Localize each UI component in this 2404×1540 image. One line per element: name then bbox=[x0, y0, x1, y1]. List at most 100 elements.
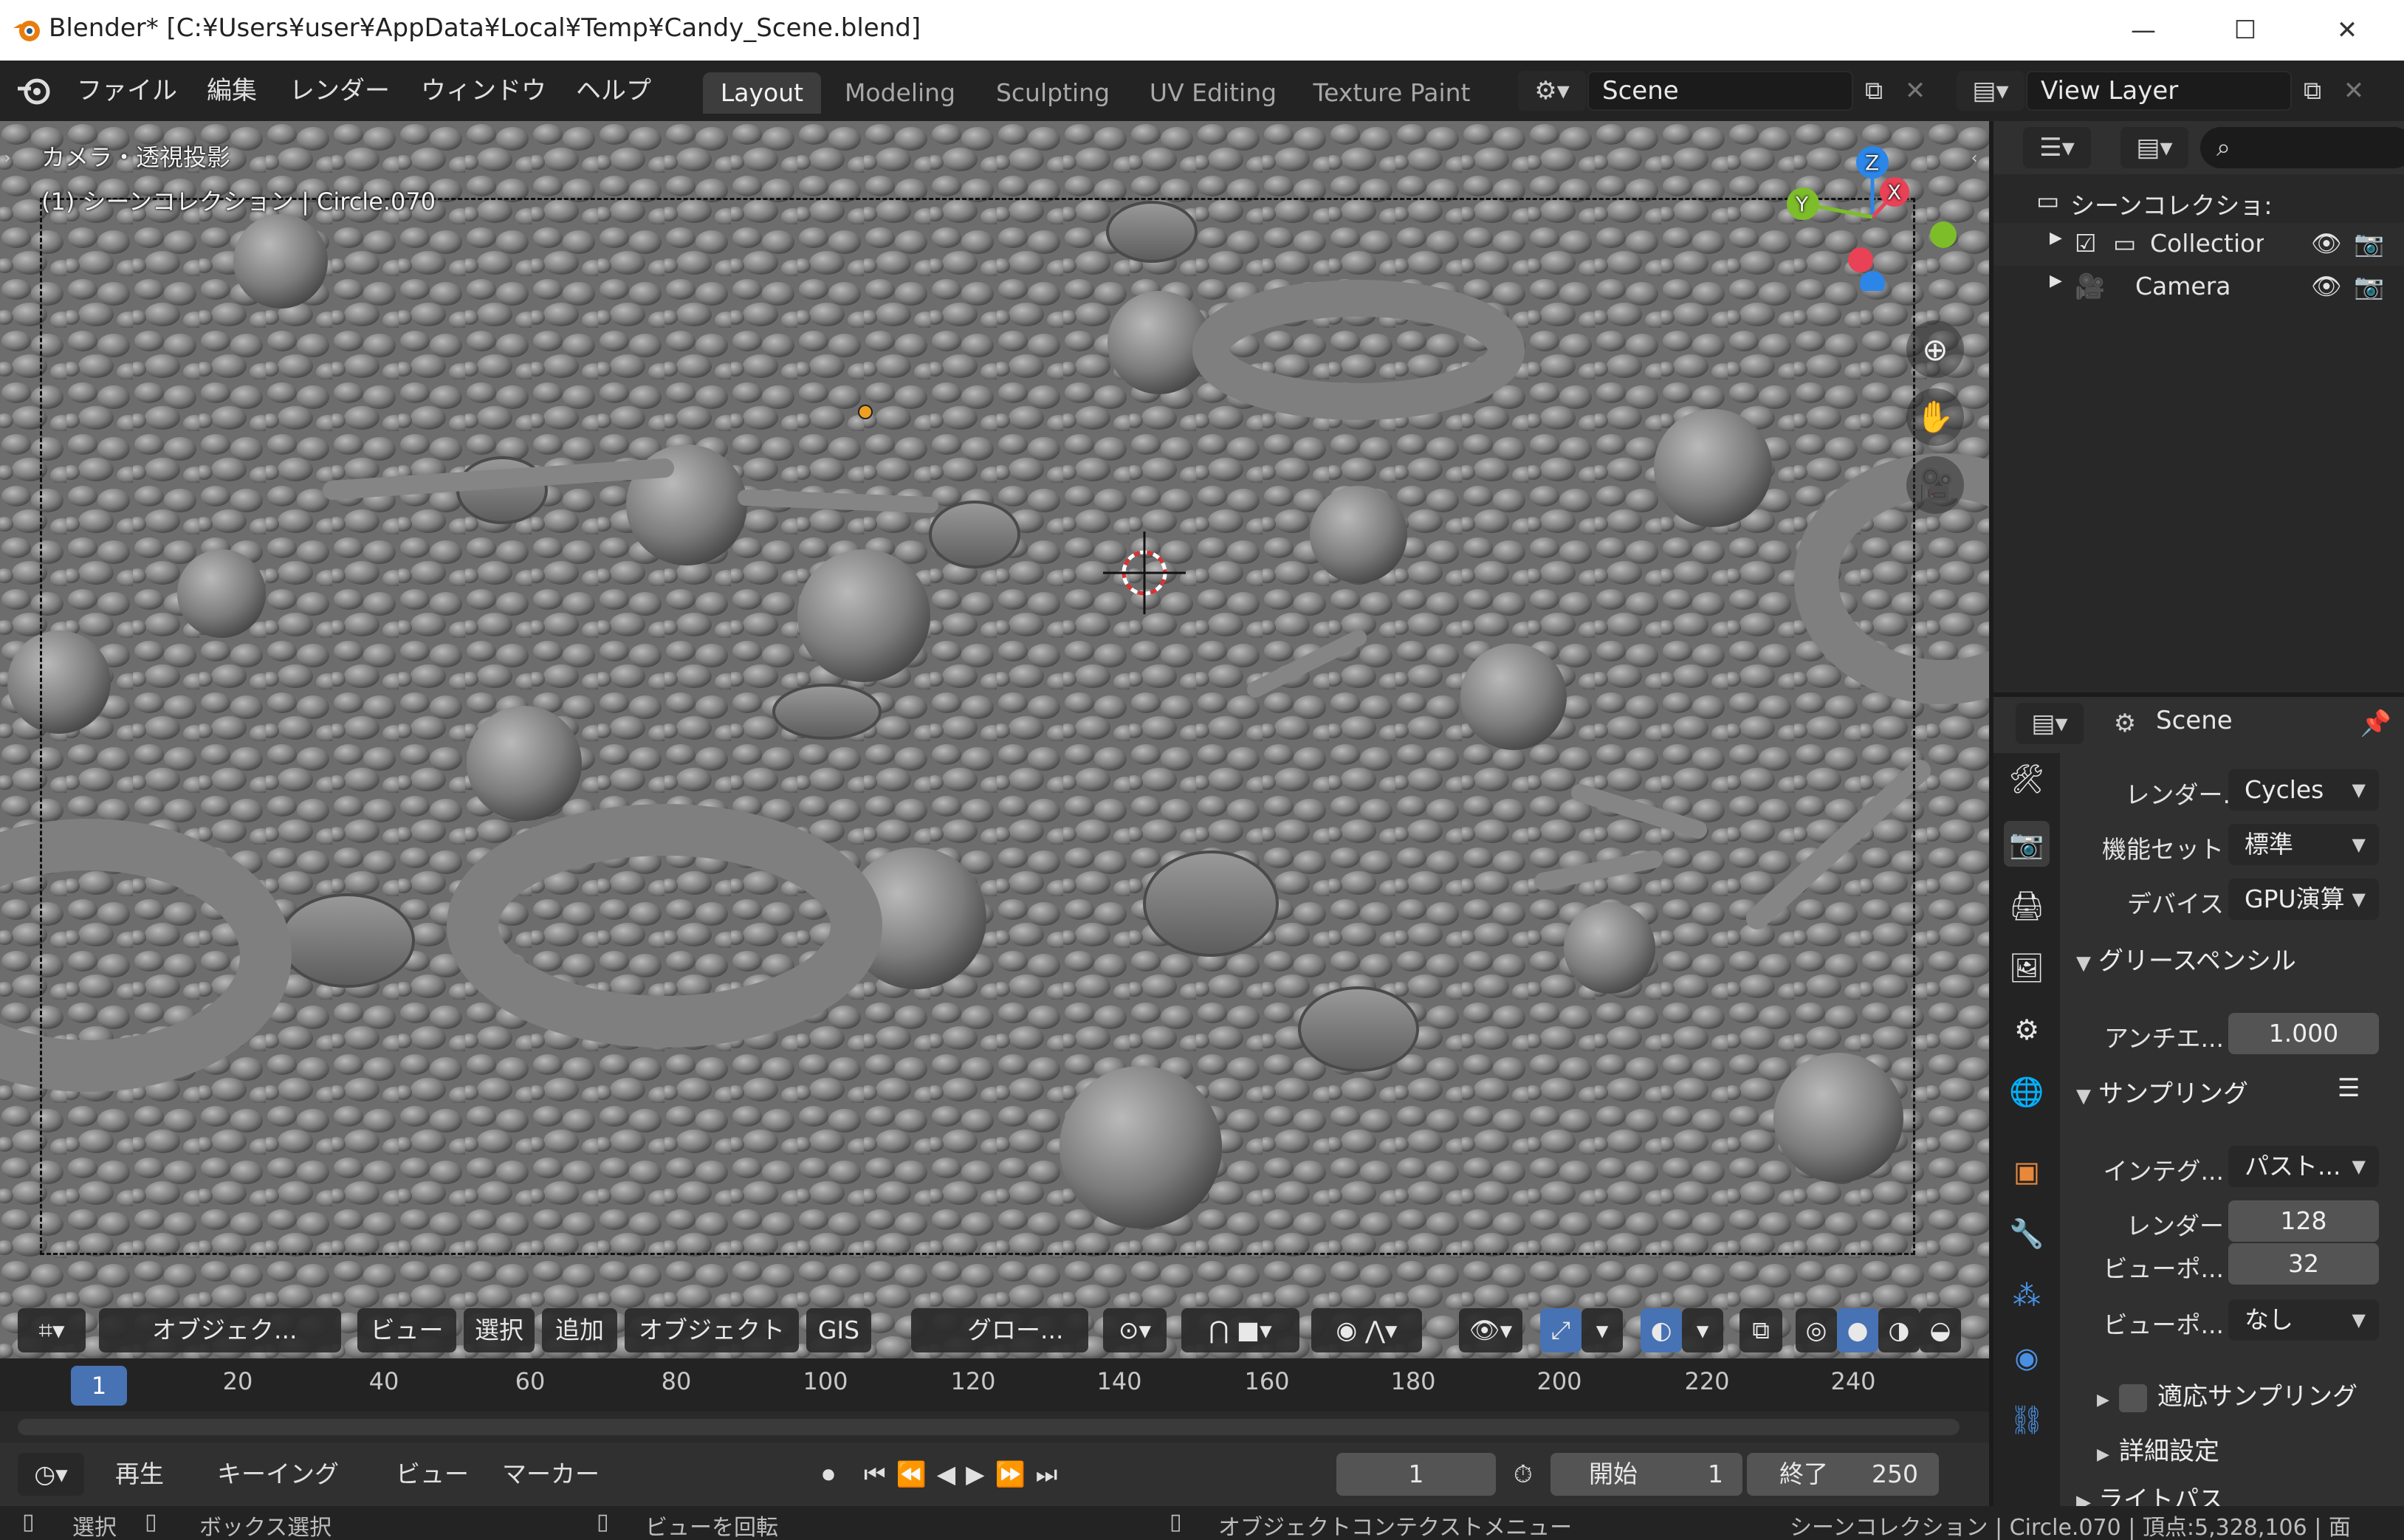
menu-file[interactable]: ファイル bbox=[69, 71, 185, 111]
outliner-row-scene-collection[interactable]: ▭ シーンコレクショ: bbox=[1993, 180, 2404, 223]
editor-type-icon[interactable]: ⌗▾ bbox=[18, 1308, 86, 1352]
visibility-icon[interactable]: 👁▾ bbox=[1459, 1308, 1522, 1352]
wireframe-shading-icon[interactable]: ◎ bbox=[1796, 1308, 1837, 1352]
expand-arrow-icon[interactable]: ▶ bbox=[2050, 229, 2062, 247]
overlays-dropdown-icon[interactable]: ▾ bbox=[1682, 1308, 1723, 1352]
material-shading-icon[interactable]: ◑ bbox=[1878, 1308, 1920, 1352]
blender-menu-icon[interactable] bbox=[15, 72, 55, 109]
current-frame-indicator[interactable]: 1 bbox=[71, 1366, 127, 1406]
end-frame-field[interactable]: 終了 250 bbox=[1747, 1453, 1939, 1496]
menu-playback[interactable]: 再生 bbox=[115, 1453, 164, 1496]
render-tab-icon[interactable]: 📷 bbox=[2004, 821, 2050, 867]
expand-arrow-icon[interactable]: ▶ bbox=[2050, 272, 2062, 290]
menu-keying[interactable]: キーイング bbox=[217, 1453, 339, 1496]
transform-orientation-dropdown[interactable]: グロー... bbox=[911, 1308, 1088, 1352]
delete-scene-icon[interactable]: ✕ bbox=[1895, 71, 1936, 111]
object-tab-icon[interactable]: ▣ bbox=[2004, 1149, 2050, 1194]
rendered-shading-icon[interactable]: ◒ bbox=[1920, 1308, 1961, 1352]
output-tab-icon[interactable]: 🖨 bbox=[2004, 883, 2050, 929]
3d-viewport[interactable]: カメラ・透視投影 (1) シーンコレクション | Circle.070 Z X … bbox=[0, 121, 1989, 1358]
tab-texture-paint[interactable]: Texture Paint bbox=[1299, 72, 1484, 114]
constraints-tab-icon[interactable]: ⛓ bbox=[2004, 1397, 2050, 1443]
menu-gis[interactable]: GIS bbox=[806, 1308, 871, 1352]
adaptive-sampling-checkbox[interactable] bbox=[2119, 1383, 2147, 1412]
pan-hand-icon[interactable]: ✋ bbox=[1906, 388, 1964, 446]
scene-selector-icon[interactable]: ⚙▾ bbox=[1518, 71, 1586, 111]
presets-list-icon[interactable]: ☰ bbox=[2338, 1073, 2360, 1103]
proportional-edit-icon[interactable]: ◉ ⋀▾ bbox=[1311, 1308, 1422, 1352]
current-frame-field[interactable]: 1 bbox=[1336, 1453, 1496, 1496]
advanced-subpanel[interactable]: ▶ 詳細設定 bbox=[2064, 1431, 2219, 1482]
menu-help[interactable]: ヘルプ bbox=[569, 71, 659, 111]
record-icon[interactable]: ⏺ bbox=[808, 1453, 849, 1496]
visibility-eye-icon[interactable]: 👁 bbox=[2311, 272, 2342, 301]
grease-pencil-panel-header[interactable]: ▼ グリースペンシル bbox=[2064, 941, 2296, 992]
checkbox-icon[interactable]: ☑ bbox=[2075, 229, 2097, 258]
minimize-button[interactable]: — bbox=[2092, 0, 2194, 61]
feature-set-dropdown[interactable]: 標準 ▼ bbox=[2228, 824, 2379, 865]
pivot-point-icon[interactable]: ⊙▾ bbox=[1103, 1308, 1167, 1352]
sampling-panel-header[interactable]: ▼ サンプリング ☰ bbox=[2064, 1073, 2360, 1125]
visibility-eye-icon[interactable]: 👁 bbox=[2311, 229, 2342, 258]
menu-marker[interactable]: マーカー bbox=[502, 1453, 600, 1496]
adaptive-sampling-subpanel[interactable]: ▶ 適応サンプリング bbox=[2064, 1376, 2357, 1428]
zoom-icon[interactable]: ⊕ bbox=[1906, 320, 1964, 378]
menu-select[interactable]: 選択 bbox=[464, 1308, 535, 1352]
outliner-row-camera[interactable]: ▶ 🎥 Camera 👁 📷 bbox=[1993, 266, 2404, 309]
view-layer-name-field[interactable]: View Layer bbox=[2026, 71, 2292, 111]
sidebar-expand-icon[interactable]: ‹ bbox=[1965, 143, 1983, 173]
viewport-denoise-dropdown[interactable]: なし ▼ bbox=[2228, 1299, 2379, 1341]
particles-tab-icon[interactable]: ⁂ bbox=[2004, 1273, 2050, 1319]
tab-layout[interactable]: Layout bbox=[703, 72, 821, 114]
snap-icon[interactable]: ⋂ ■▾ bbox=[1181, 1308, 1299, 1352]
light-paths-panel-header[interactable]: ▶ ライトパス bbox=[2064, 1479, 2224, 1506]
pin-icon[interactable]: 📌 bbox=[2355, 703, 2397, 744]
outliner-search-icon[interactable]: ⌕ bbox=[2200, 127, 2404, 168]
close-button[interactable]: ✕ bbox=[2296, 0, 2398, 61]
scene-tab-icon[interactable]: ⚙ bbox=[2004, 1007, 2050, 1053]
render-engine-dropdown[interactable]: Cycles ▼ bbox=[2228, 769, 2379, 811]
scene-name-field[interactable]: Scene bbox=[1587, 71, 1853, 111]
playback-controls-icon[interactable]: ⏮⏪◀▶⏩⏭ bbox=[864, 1453, 1093, 1496]
outliner[interactable]: ☰▾ ▤▾ ⌕ ▭ シーンコレクショ: ▶ ☑ ▭ Collectior 👁 📷… bbox=[1989, 121, 2404, 692]
properties-editor-type-icon[interactable]: ▤▾ bbox=[2016, 703, 2084, 744]
outliner-editor-type-icon[interactable]: ☰▾ bbox=[2023, 127, 2091, 168]
render-camera-icon[interactable]: 📷 bbox=[2354, 229, 2384, 258]
camera-view-icon[interactable]: 🎥 bbox=[1906, 456, 1964, 514]
outliner-row-collection[interactable]: ▶ ☑ ▭ Collectior 👁 📷 bbox=[1993, 223, 2404, 266]
menu-window[interactable]: ウィンドウ bbox=[413, 71, 554, 111]
new-view-layer-icon[interactable]: ⧉ bbox=[2292, 71, 2333, 111]
gizmo-toggle-icon[interactable]: ⤢ bbox=[1540, 1308, 1582, 1352]
frame-ruler[interactable]: 1 20 40 60 80 100 120 140 160 180 200 22… bbox=[0, 1358, 1989, 1412]
menu-edit[interactable]: 編集 bbox=[199, 71, 264, 111]
antialias-field[interactable]: 1.000 bbox=[2228, 1013, 2379, 1054]
new-scene-icon[interactable]: ⧉ bbox=[1853, 71, 1895, 111]
world-tab-icon[interactable]: 🌐 bbox=[2004, 1069, 2050, 1115]
view-layer-selector-icon[interactable]: ▤▾ bbox=[1957, 71, 2024, 111]
tab-modeling[interactable]: Modeling bbox=[830, 72, 970, 114]
timeline-editor[interactable]: 1 20 40 60 80 100 120 140 160 180 200 22… bbox=[0, 1358, 1989, 1506]
menu-timeline-view[interactable]: ビュー bbox=[396, 1453, 469, 1496]
solid-shading-icon[interactable]: ● bbox=[1837, 1308, 1878, 1352]
tab-sculpting[interactable]: Sculpting bbox=[979, 72, 1127, 114]
stopwatch-icon[interactable]: ⏱ bbox=[1514, 1453, 1546, 1496]
device-dropdown[interactable]: GPU演算 ▼ bbox=[2228, 879, 2379, 920]
menu-add[interactable]: 追加 bbox=[542, 1308, 617, 1352]
tab-uv-editing[interactable]: UV Editing bbox=[1136, 72, 1291, 114]
menu-view[interactable]: ビュー bbox=[357, 1308, 456, 1352]
viewport-samples-field[interactable]: 32 bbox=[2228, 1243, 2379, 1285]
object-mode-dropdown[interactable]: オブジェク... bbox=[99, 1308, 341, 1352]
display-mode-icon[interactable]: ▤▾ bbox=[2120, 127, 2188, 168]
menu-render[interactable]: レンダー bbox=[282, 71, 397, 111]
tool-tab-icon[interactable]: 🛠 bbox=[2004, 756, 2050, 802]
delete-view-layer-icon[interactable]: ✕ bbox=[2333, 71, 2374, 111]
toolbar-expand-icon[interactable]: › bbox=[0, 143, 15, 173]
modifier-tab-icon[interactable]: 🔧 bbox=[2004, 1211, 2050, 1257]
render-camera-icon[interactable]: 📷 bbox=[2354, 272, 2384, 301]
view-layer-tab-icon[interactable]: 🖼 bbox=[2004, 945, 2050, 991]
timeline-editor-type-icon[interactable]: ◷▾ bbox=[18, 1453, 84, 1496]
overlays-toggle-icon[interactable]: ◐ bbox=[1641, 1308, 1682, 1352]
gizmo-dropdown-icon[interactable]: ▾ bbox=[1582, 1308, 1623, 1352]
maximize-button[interactable]: ☐ bbox=[2194, 0, 2296, 61]
start-frame-field[interactable]: 開始 1 bbox=[1550, 1453, 1742, 1496]
